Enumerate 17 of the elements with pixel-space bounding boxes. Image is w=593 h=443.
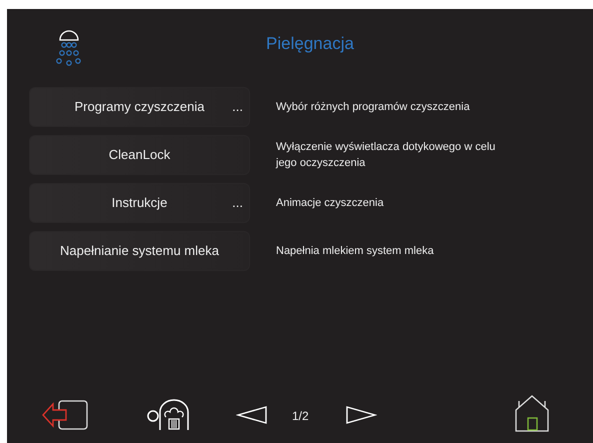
menu-button[interactable]: Napełnianie systemu mleka: [29, 231, 250, 271]
item-description: Wyłączenie wyświetlacza dotykowego w celu jego oczyszczenia: [276, 140, 496, 171]
more-indicator: ...: [232, 98, 243, 116]
menu-button[interactable]: Instrukcje ...: [29, 183, 250, 223]
milk-cleaning-icon[interactable]: [146, 399, 192, 431]
menu-button[interactable]: CleanLock: [29, 135, 250, 175]
menu-button[interactable]: Programy czyszczenia ...: [29, 87, 250, 127]
item-description: Animacje czyszczenia: [276, 196, 385, 211]
previous-page-icon[interactable]: [236, 405, 268, 425]
page-indicator: 1/2: [292, 408, 309, 425]
item-description: Napełnia mlekiem system mleka: [276, 244, 435, 259]
more-indicator: ...: [232, 194, 243, 212]
item-description: Wybór różnych programów czyszczenia: [276, 100, 471, 115]
page-title: Pielęgnacja: [266, 33, 354, 55]
home-icon[interactable]: [514, 394, 550, 432]
next-page-icon[interactable]: [345, 405, 377, 425]
exit-icon[interactable]: [40, 399, 90, 431]
